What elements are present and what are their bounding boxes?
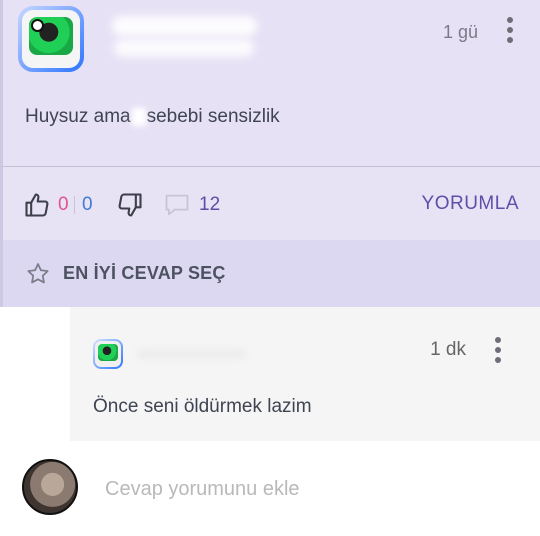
reply-card: 1 dk Önce seni öldürmek lazim (70, 307, 540, 442)
redacted-reply-username (136, 349, 246, 359)
thumbs-up-icon[interactable] (23, 191, 51, 219)
post-card: 1 gü Huysuz ama sebebi sensizlik (0, 0, 540, 166)
divider (74, 196, 75, 214)
reply-composer (0, 441, 540, 536)
comment-icon[interactable] (163, 192, 191, 218)
star-icon (27, 263, 49, 284)
reply-text: Önce seni öldürmek lazim (93, 396, 312, 417)
reply-button[interactable]: YORUMLA (422, 193, 519, 215)
reply-indent (0, 307, 70, 441)
best-answer-label: EN İYİ CEVAP SEÇ (63, 263, 226, 283)
author-avatar[interactable] (18, 6, 84, 72)
post-text-start: Huysuz ama (25, 106, 131, 127)
action-bar: 0 0 12 YORUMLA (0, 166, 540, 240)
more-options-icon[interactable] (506, 17, 514, 43)
avatar-image (22, 10, 80, 68)
reply-more-options-icon[interactable] (494, 337, 502, 363)
redaction-smudge (131, 107, 146, 126)
redacted-username (112, 16, 257, 36)
like-count-secondary: 0 (82, 194, 93, 215)
post-time: 1 gü (442, 22, 478, 42)
redacted-subtitle (114, 39, 254, 57)
post-text-end: sebebi sensizlik (146, 106, 280, 127)
comment-count: 12 (199, 194, 221, 215)
soccer-ball-icon (31, 19, 44, 32)
current-user-avatar (22, 459, 78, 515)
reply-author-avatar[interactable] (93, 339, 123, 369)
best-answer-bar[interactable]: EN İYİ CEVAP SEÇ (0, 240, 540, 307)
thumbs-down-icon[interactable] (116, 191, 144, 219)
post-text: Huysuz ama sebebi sensizlik (25, 106, 280, 128)
reply-input[interactable] (103, 474, 507, 504)
like-count: 0 (58, 194, 69, 215)
reply-time: 1 dk (430, 339, 466, 360)
